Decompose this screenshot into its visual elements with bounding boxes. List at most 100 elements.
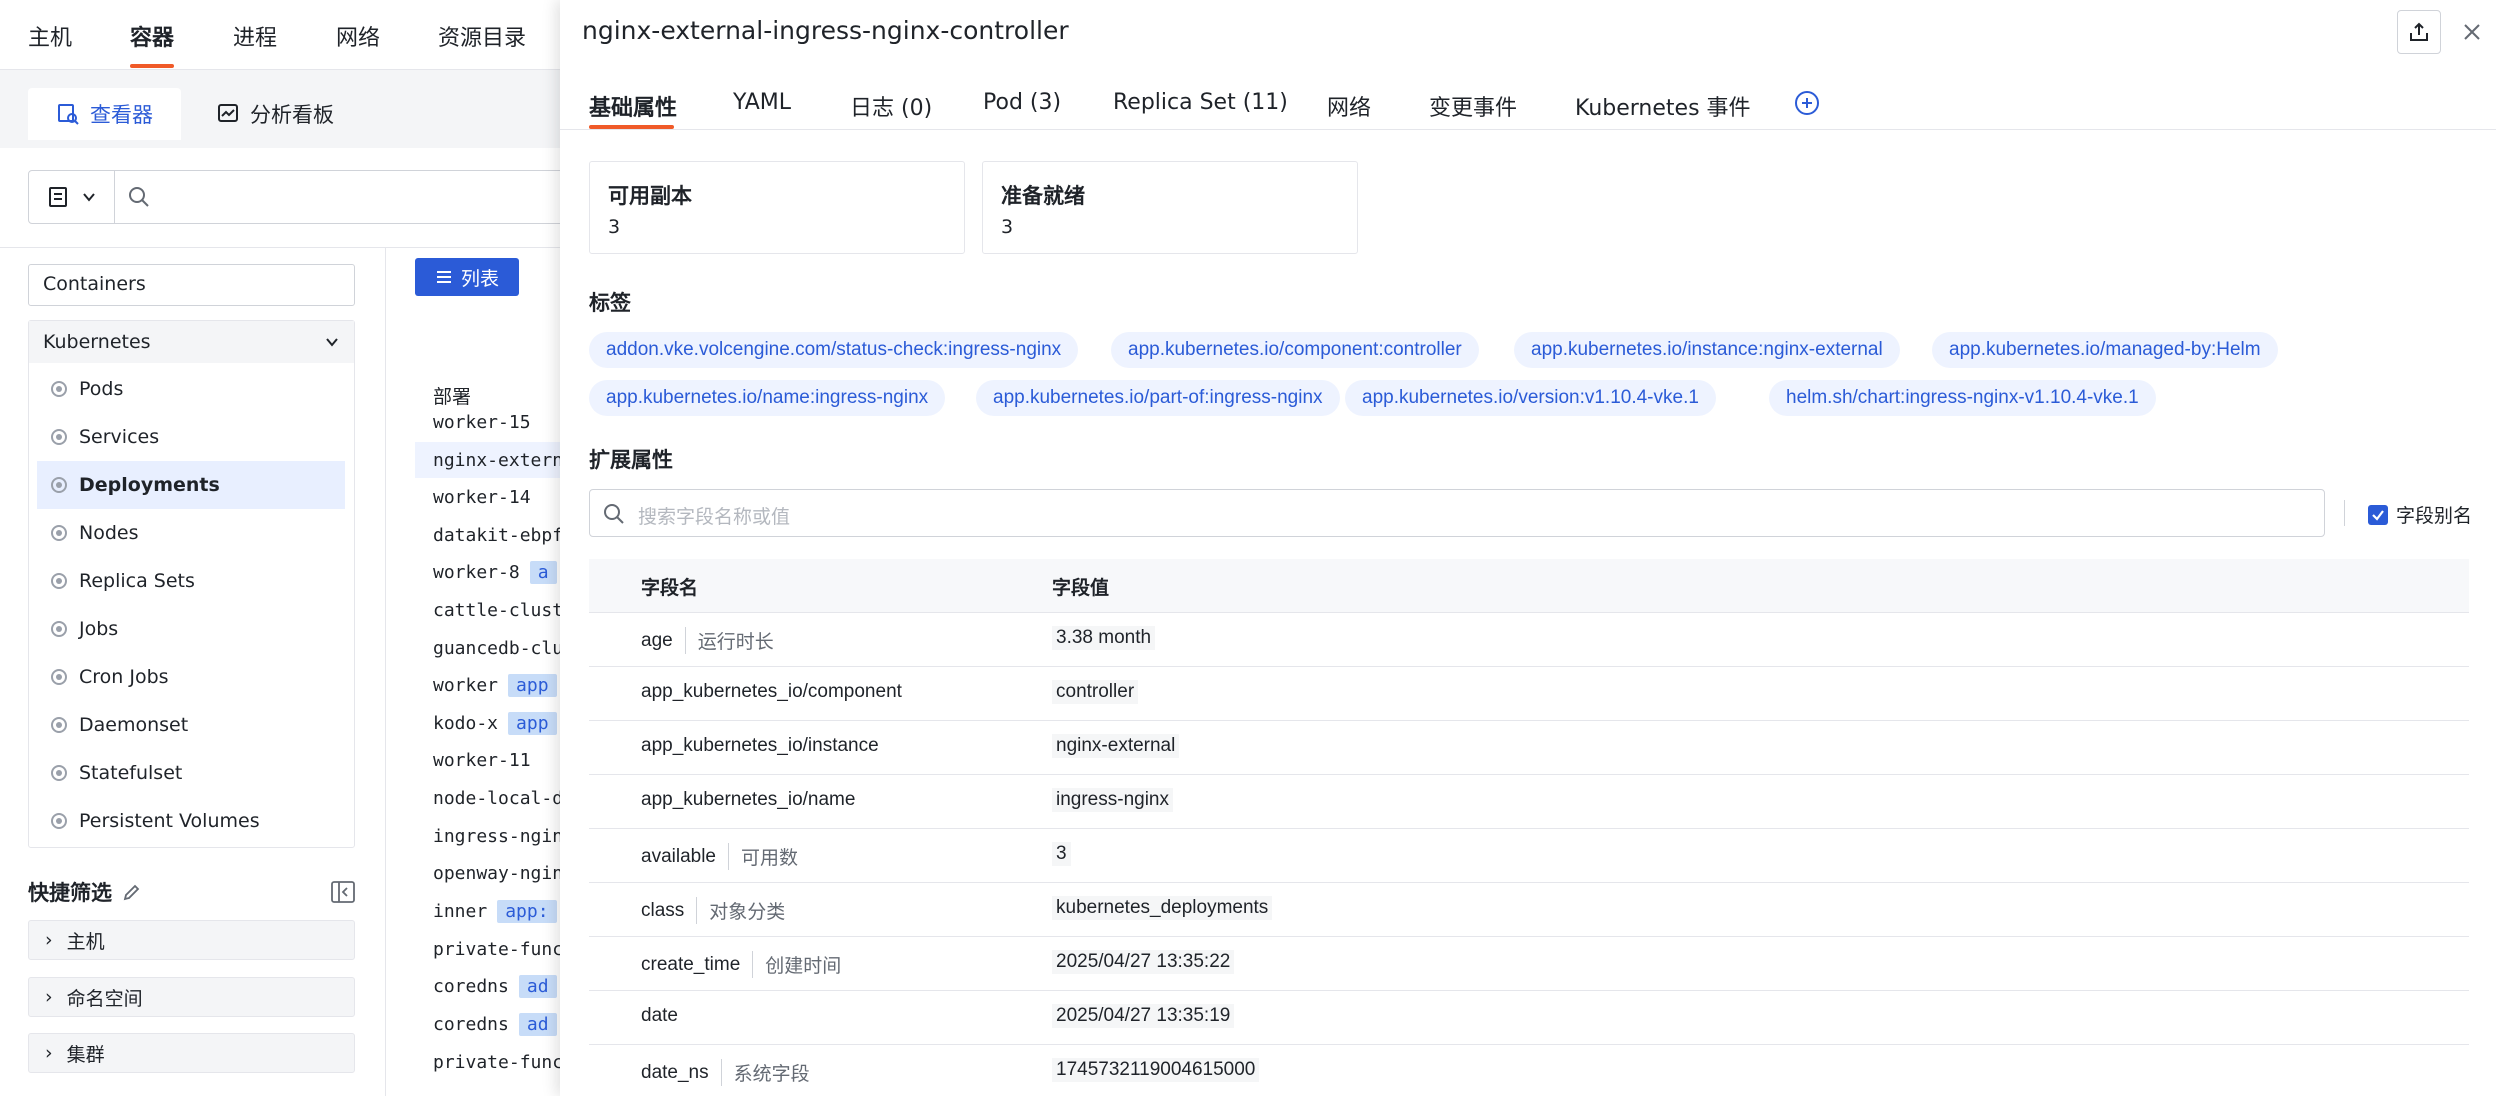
sidebar-item-pods[interactable]: Pods (37, 365, 345, 413)
nav-resource-catalog[interactable]: 资源目录 (438, 20, 526, 52)
close-icon (2464, 24, 2480, 40)
label-tag[interactable]: app.kubernetes.io/version:v1.10.4-vke.1 (1345, 380, 1716, 416)
field-search-input[interactable]: 搜索字段名称或值 (589, 489, 2325, 537)
edit-icon[interactable] (122, 882, 142, 902)
field-name: date_ns (641, 1061, 709, 1083)
field-alias: 运行时长 (684, 627, 774, 654)
tab-basic-attributes[interactable]: 基础属性 (589, 90, 677, 122)
field-value: kubernetes_deployments (1052, 896, 1273, 920)
tab-network[interactable]: 网络 (1327, 90, 1371, 122)
available-replicas-card: 可用副本 3 (589, 161, 965, 254)
quick-filter-cluster[interactable]: › 集群 (28, 1033, 355, 1073)
field-value: controller (1052, 680, 1139, 704)
field-name: available (641, 845, 716, 867)
card-label: 准备就绪 (1001, 184, 1085, 208)
radio-icon (51, 717, 67, 733)
deployment-name: kodo-x (433, 712, 499, 734)
close-button[interactable] (2458, 18, 2486, 46)
card-value: 3 (608, 216, 621, 238)
table-row[interactable]: available 可用数 3 (589, 829, 2469, 883)
chevron-right-icon: › (45, 986, 53, 1008)
tab-dashboard[interactable]: 分析看板 (188, 88, 362, 140)
ready-card: 准备就绪 3 (982, 161, 1358, 254)
label-tag[interactable]: app.kubernetes.io/managed-by:Helm (1932, 332, 2278, 368)
tab-logs[interactable]: 日志 (0) (850, 90, 932, 122)
sidebar-item-statefulset[interactable]: Statefulset (37, 749, 345, 797)
label-chip: app (508, 711, 557, 735)
tab-kubernetes-events[interactable]: Kubernetes 事件 (1575, 90, 1751, 122)
tab-viewer[interactable]: 查看器 (28, 88, 181, 140)
table-row[interactable]: age 运行时长 3.38 month (589, 613, 2469, 667)
search-icon (129, 187, 149, 207)
sidebar-item-label: Services (79, 426, 160, 448)
label-tag[interactable]: helm.sh/chart:ingress-nginx-v1.10.4-vke.… (1769, 380, 2156, 416)
table-row[interactable]: class 对象分类 kubernetes_deployments (589, 883, 2469, 937)
sidebar-item-deployments[interactable]: Deployments (37, 461, 345, 509)
table-row[interactable]: date 2025/04/27 13:35:19 (589, 991, 2469, 1045)
tab-change-events[interactable]: 变更事件 (1429, 90, 1517, 122)
table-row[interactable]: app_kubernetes_io/instance nginx-external (589, 721, 2469, 775)
deployment-name: private-func (433, 938, 564, 960)
label-tag[interactable]: app.kubernetes.io/component:controller (1111, 332, 1479, 368)
attributes-table: 字段名 字段值 age 运行时长 3.38 month app_kubernetes_… (589, 559, 2469, 1096)
deployment-name: datakit-ebpf (433, 524, 564, 546)
sidebar-item-label: Replica Sets (79, 570, 195, 592)
list-view-button[interactable]: 列表 (415, 258, 519, 296)
sidebar-item-services[interactable]: Services (37, 413, 345, 461)
nav-process[interactable]: 进程 (233, 20, 277, 52)
sidebar-item-jobs[interactable]: Jobs (37, 605, 345, 653)
label-tag[interactable]: app.kubernetes.io/instance:nginx-externa… (1514, 332, 1900, 368)
export-button[interactable] (2397, 10, 2441, 54)
checkbox-checked-icon[interactable] (2368, 504, 2388, 525)
quick-filter-title: 快捷筛选 (28, 881, 112, 905)
column-header-field-value: 字段值 (1052, 577, 1110, 599)
field-alias-toggle[interactable]: 字段别名 (2368, 501, 2472, 528)
data-source-selector[interactable] (29, 171, 115, 223)
deployment-list: 列表 部署 worker-15 nginx-extern worker-14 data… (387, 248, 595, 1096)
field-alias-label: 字段别名 (2396, 505, 2473, 527)
collapse-panel-icon[interactable] (331, 881, 355, 903)
column-header-field-name: 字段名 (641, 577, 699, 599)
field-alias: 创建时间 (752, 951, 841, 978)
sidebar-item-label: Persistent Volumes (79, 810, 260, 832)
tab-pod[interactable]: Pod (3) (983, 90, 1061, 115)
table-row[interactable]: date_ns 系统字段 1745732119004615000 (589, 1045, 2469, 1096)
radio-icon (51, 381, 67, 397)
label-tag[interactable]: addon.vke.volcengine.com/status-check:in… (589, 332, 1079, 368)
explorer-search[interactable] (28, 170, 568, 224)
source-filter-input[interactable]: Containers (28, 264, 355, 306)
quick-filter-namespace[interactable]: › 命名空间 (28, 977, 355, 1017)
quick-filter-label: 集群 (66, 1043, 105, 1066)
sidebar-item-replica-sets[interactable]: Replica Sets (37, 557, 345, 605)
table-row[interactable]: app_kubernetes_io/name ingress-nginx (589, 775, 2469, 829)
tab-yaml[interactable]: YAML (733, 90, 791, 115)
sidebar-item-label: Deployments (79, 474, 220, 496)
quick-filter-label: 主机 (66, 930, 105, 953)
nav-container[interactable]: 容器 (130, 20, 174, 52)
deployment-name: inner (433, 900, 488, 922)
sidebar-item-label: Cron Jobs (79, 666, 169, 688)
sidebar-item-daemonset[interactable]: Daemonset (37, 701, 345, 749)
label-tag[interactable]: app.kubernetes.io/part-of:ingress-nginx (976, 380, 1340, 416)
sidebar-item-nodes[interactable]: Nodes (37, 509, 345, 557)
radio-icon (51, 573, 67, 589)
view-tabs: 查看器 分析看板 (0, 70, 560, 148)
label-tag[interactable]: app.kubernetes.io/name:ingress-nginx (589, 380, 946, 416)
deployment-name: worker-14 (433, 486, 531, 508)
nav-host[interactable]: 主机 (28, 20, 72, 52)
table-row[interactable]: create_time 创建时间 2025/04/27 13:35:22 (589, 937, 2469, 991)
sidebar-item-persistent-volumes[interactable]: Persistent Volumes (37, 797, 345, 845)
field-value: 3.38 month (1052, 626, 1156, 650)
tab-replica-set[interactable]: Replica Set (11) (1113, 90, 1288, 115)
deployment-name: guancedb-clu (433, 637, 564, 659)
sidebar-item-cron-jobs[interactable]: Cron Jobs (37, 653, 345, 701)
radio-icon (51, 525, 67, 541)
radio-icon (51, 621, 67, 637)
nav-network[interactable]: 网络 (336, 20, 380, 52)
quick-filter-host[interactable]: › 主机 (28, 920, 355, 960)
list-icon (436, 271, 451, 283)
table-row[interactable]: app_kubernetes_io/component controller (589, 667, 2469, 721)
add-tab-icon[interactable] (1794, 90, 1820, 116)
field-name-cell: create_time 创建时间 (641, 951, 841, 978)
kubernetes-group-header[interactable]: Kubernetes (29, 321, 354, 363)
